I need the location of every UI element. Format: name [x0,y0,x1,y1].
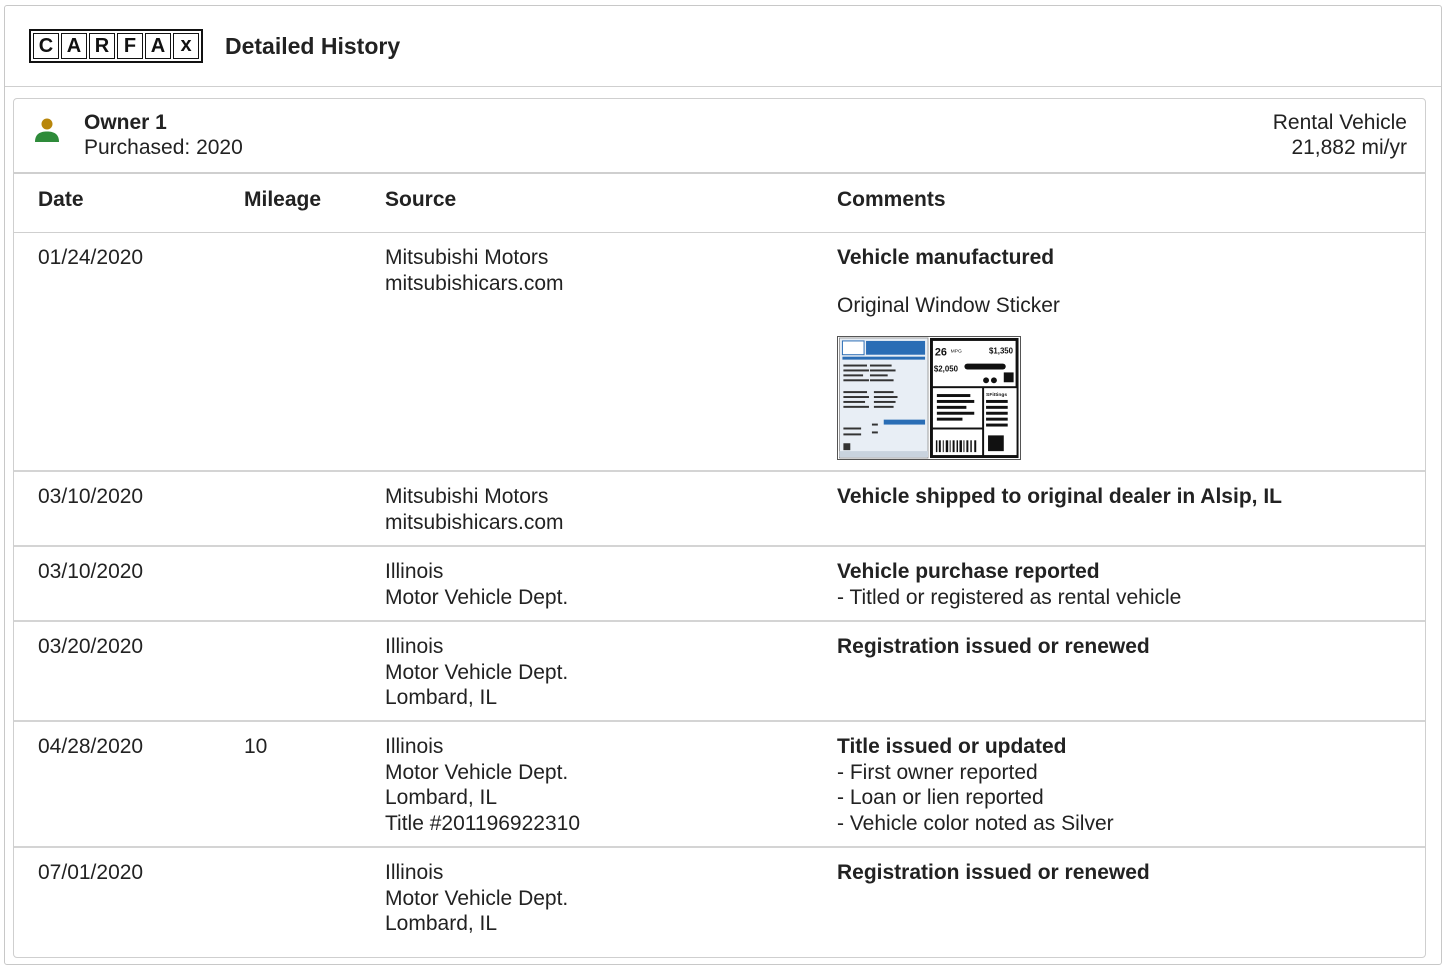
owner-miles-per-year: 21,882 mi/yr [1291,136,1407,159]
source-line: mitsubishicars.com [385,271,564,295]
row-date: 03/10/2020 [38,485,144,508]
row-comments: Vehicle purchase reported - Titled or re… [837,559,1181,610]
source-line: Motor Vehicle Dept. [385,886,569,910]
column-header-source: Source [385,188,457,211]
carfax-logo: C A R F A x [29,29,203,63]
logo-letter: A [145,33,171,59]
column-header-date: Date [38,188,84,211]
logo-letter: C [33,33,59,59]
sticker-fitting: SFittings [986,392,1007,398]
logo-letter: x [173,33,199,59]
row-date: 03/20/2020 [38,635,144,658]
column-header-mileage: Mileage [244,188,322,211]
row-mileage: 10 [244,735,268,758]
logo-letter: F [117,33,143,59]
owner-card: Owner 1 Purchased: 2020 Rental Vehicle 2… [13,98,1426,958]
source-line: Illinois [385,861,444,884]
column-header-comments: Comments [837,188,946,211]
comment-title: Vehicle manufactured [837,246,1055,269]
owner-name: Owner 1 [84,111,167,134]
source-line: Illinois [385,635,444,658]
logo-letter: R [89,33,115,59]
source-line: Mitsubishi Motors [385,485,549,508]
table-row: 03/20/2020 Illinois Motor Vehicle Dept. … [14,622,1425,722]
source-line: Lombard, IL [385,912,498,935]
source-line: Lombard, IL [385,786,498,809]
table-header: Date Mileage Source Comments [14,174,1425,233]
comment-detail: - Titled or registered as rental vehicle [837,585,1182,609]
source-line: Illinois [385,560,444,583]
owner-summary: Owner 1 Purchased: 2020 Rental Vehicle 2… [14,99,1425,174]
row-date: 04/28/2020 [38,735,144,758]
sticker-mpg-unit: MPG [951,349,962,355]
report-header: C A R F A x Detailed History [5,6,1441,87]
row-comments: Vehicle shipped to original dealer in Al… [837,484,1282,510]
row-date: 03/10/2020 [38,560,144,583]
comment-detail: - First owner reported [837,760,1038,784]
row-source: Mitsubishi Motors mitsubishicars.com [385,484,564,535]
row-comments: Title issued or updated - First owner re… [837,734,1114,836]
comment-title: Registration issued or renewed [837,635,1150,658]
comment-title: Title issued or updated [837,735,1067,758]
table-row: 03/10/2020 Mitsubishi Motors mitsubishic… [14,472,1425,547]
owner-purchased: Purchased: 2020 [84,136,243,159]
table-row: 07/01/2020 Illinois Motor Vehicle Dept. … [14,848,1425,957]
table-row: 01/24/2020 Mitsubishi Motors mitsubishic… [14,233,1425,472]
page-title: Detailed History [225,32,401,59]
window-sticker-label: Original Window Sticker [837,293,1060,317]
sticker-fuel-cost: $2,050 [934,364,959,373]
sticker-mpg: 26 [935,347,947,359]
row-source: Illinois Motor Vehicle Dept. Lombard, IL [385,860,568,937]
comment-detail: - Vehicle color noted as Silver [837,811,1114,835]
table-row: 04/28/2020 10 Illinois Motor Vehicle Dep… [14,722,1425,848]
row-source: Illinois Motor Vehicle Dept. Lombard, IL [385,634,568,711]
comment-title: Vehicle purchase reported [837,560,1100,583]
source-line: Lombard, IL [385,686,498,709]
source-line: Title #201196922310 [385,811,580,835]
source-line: mitsubishicars.com [385,510,564,534]
source-line: Motor Vehicle Dept. [385,585,569,609]
row-date: 07/01/2020 [38,861,144,884]
comment-detail: - Loan or lien reported [837,786,1044,809]
window-sticker-thumbnail[interactable]: 26 MPG $1,350 $2,050 SFittings [837,336,1021,460]
source-line: Mitsubishi Motors [385,246,549,269]
comment-title: Vehicle shipped to original dealer in Al… [837,485,1282,508]
row-comments: Registration issued or renewed [837,634,1150,660]
owner-vehicle-type: Rental Vehicle [1272,111,1407,134]
row-source: Illinois Motor Vehicle Dept. Lombard, IL… [385,734,580,836]
row-comments: Vehicle manufactured Original Window Sti… [837,245,1060,460]
source-line: Motor Vehicle Dept. [385,660,569,684]
row-comments: Registration issued or renewed [837,860,1150,886]
person-icon [35,118,59,142]
comment-title: Registration issued or renewed [837,861,1150,884]
row-date: 01/24/2020 [38,246,144,269]
row-source: Mitsubishi Motors mitsubishicars.com [385,245,564,296]
table-row: 03/10/2020 Illinois Motor Vehicle Dept. … [14,547,1425,622]
source-line: Illinois [385,735,444,758]
row-source: Illinois Motor Vehicle Dept. [385,559,568,610]
source-line: Motor Vehicle Dept. [385,760,569,784]
sticker-savings: $1,350 [989,347,1014,356]
logo-letter: A [61,33,87,59]
